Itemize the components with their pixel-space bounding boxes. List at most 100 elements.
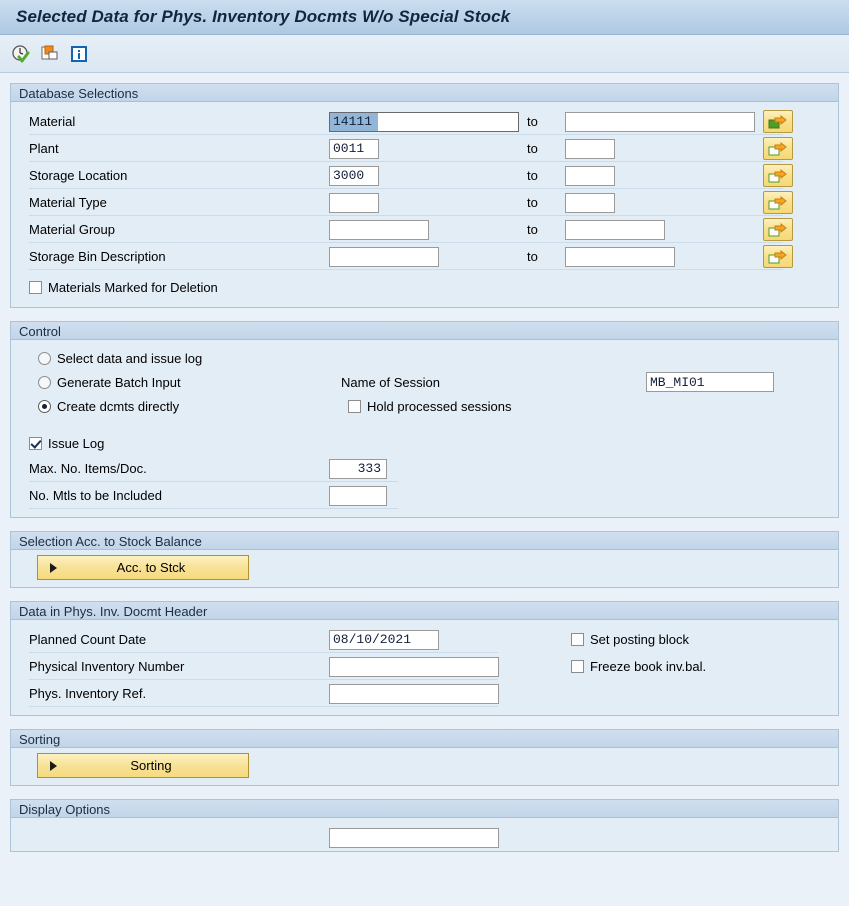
plant-from-input[interactable] [329,138,379,159]
field-row-plant: Plant to [11,135,838,162]
row-divider [29,706,498,707]
material-group-from-input[interactable] [329,219,429,240]
storage-bin-from-input[interactable] [329,246,439,267]
issue-log-label: Issue Log [48,435,105,451]
multi-select-arrow-icon-material[interactable] [763,110,793,133]
group-body-doc-header: Planned Count Date Set posting block Phy… [11,620,838,715]
field-row-max-no-items-per-doc: Max. No. Items/Doc. [11,455,838,482]
session-name-input[interactable] [646,372,774,392]
field-label-physical-inventory-number: Physical Inventory Number [29,659,185,674]
no-mtls-to-be-included-input[interactable] [329,485,387,506]
group-header-database-selections: Database Selections [11,83,838,102]
acc-to-stck-button-label: Acc. to Stck [116,560,186,575]
materials-marked-for-deletion-checkbox[interactable] [29,280,42,294]
radio-generate-batch-input[interactable] [38,375,51,389]
field-label-max-no-items-per-doc: Max. No. Items/Doc. [29,461,147,476]
freeze-book-inv-bal-checkbox[interactable] [571,660,584,673]
to-label: to [527,114,538,129]
material-type-from-input[interactable] [329,192,379,213]
group-header-stock-balance: Selection Acc. to Stock Balance [11,531,838,550]
field-label-plant: Plant [29,141,59,156]
storage-bin-to-input[interactable] [565,246,675,267]
radio-label-generate-batch-input: Generate Batch Input [57,374,181,390]
acc-to-stck-button[interactable]: Acc. to Stck [37,555,249,580]
display-options-partial-input[interactable] [329,827,499,848]
row-divider [29,508,398,509]
selection-screen-body: Database Selections Material to [0,74,849,906]
phys-inventory-ref-input[interactable] [329,683,499,704]
material-to-input[interactable] [565,111,755,132]
field-row-material-type: Material Type to [11,189,838,216]
to-label: to [527,195,538,210]
radio-row-generate-batch-input[interactable]: Generate Batch Input Name of Session [11,370,838,394]
field-label-material-type: Material Type [29,195,107,210]
radio-select-data-and-issue-log[interactable] [38,351,51,365]
to-label: to [527,249,538,264]
checkbox-row-materials-marked-for-deletion[interactable]: Materials Marked for Deletion [11,275,838,299]
radio-label-create-dcmts-directly: Create dcmts directly [57,398,180,414]
field-row-phys-inventory-ref: Phys. Inventory Ref. [11,680,838,707]
planned-count-date-input[interactable] [329,629,439,650]
group-selection-acc-to-stock-balance: Selection Acc. to Stock Balance Acc. to … [10,531,839,588]
field-row-storage-bin-description: Storage Bin Description to [11,243,838,270]
group-sorting: Sorting Sorting [10,729,839,786]
set-posting-block-checkbox[interactable] [571,633,584,646]
checkbox-row-issue-log[interactable]: Issue Log [11,431,838,455]
group-body-display-options [11,818,838,851]
triangle-right-icon [50,562,57,573]
materials-marked-for-deletion-label: Materials Marked for Deletion [48,279,218,295]
storage-location-from-input[interactable] [329,165,379,186]
row-divider [29,269,783,270]
radio-row-create-dcmts-directly[interactable]: Create dcmts directly Hold processed ses… [11,394,838,418]
hold-processed-sessions-label: Hold processed sessions [367,398,512,414]
field-label-phys-inventory-ref: Phys. Inventory Ref. [29,686,147,701]
material-type-to-input[interactable] [565,192,615,213]
field-row-planned-count-date: Planned Count Date Set posting block [11,626,838,653]
multi-select-arrow-icon-storage-location[interactable] [763,164,793,187]
field-label-no-mtls-to-be-included: No. Mtls to be Included [29,488,162,503]
group-header-sorting: Sorting [11,729,838,748]
field-row-no-mtls-to-be-included: No. Mtls to be Included [11,482,838,509]
group-body-database-selections: Material to Plant to [11,102,838,307]
radio-create-dcmts-directly[interactable] [38,399,51,413]
sorting-button[interactable]: Sorting [37,753,249,778]
page-title: Selected Data for Phys. Inventory Docmts… [16,7,511,26]
window-title-bar: Selected Data for Phys. Inventory Docmts… [0,0,849,35]
sorting-button-label: Sorting [130,758,172,773]
material-group-to-input[interactable] [565,219,665,240]
group-display-options: Display Options [10,799,839,852]
multi-select-arrow-icon-storage-bin[interactable] [763,245,793,268]
field-row-physical-inventory-number: Physical Inventory Number Freeze book in… [11,653,838,680]
group-control: Control Select data and issue log Genera… [10,321,839,518]
material-from-input[interactable] [329,111,519,132]
multi-select-arrow-icon-material-type[interactable] [763,191,793,214]
to-label: to [527,222,538,237]
control-spacer [11,418,838,431]
group-database-selections: Database Selections Material to [10,83,839,308]
plant-to-input[interactable] [565,138,615,159]
sap-selection-screen: Selected Data for Phys. Inventory Docmts… [0,0,849,906]
group-body-stock-balance: Acc. to Stck [11,550,838,587]
field-label-planned-count-date: Planned Count Date [29,632,147,647]
freeze-book-inv-bal-label: Freeze book inv.bal. [590,659,707,674]
issue-log-checkbox[interactable] [29,436,42,450]
physical-inventory-number-input[interactable] [329,656,499,677]
execute-clock-icon[interactable] [10,43,32,65]
application-toolbar [0,35,849,73]
info-icon[interactable] [68,43,90,65]
field-row-material-group: Material Group to [11,216,838,243]
to-label: to [527,168,538,183]
field-row-material: Material to [11,108,838,135]
max-no-items-per-doc-input[interactable] [329,458,387,479]
radio-label-select-data-and-issue-log: Select data and issue log [57,350,203,366]
storage-location-to-input[interactable] [565,165,615,186]
field-label-material-group: Material Group [29,222,115,237]
group-header-doc-header: Data in Phys. Inv. Docmt Header [11,601,838,620]
multi-select-arrow-icon-material-group[interactable] [763,218,793,241]
group-header-control: Control [11,321,838,340]
group-body-sorting: Sorting [11,748,838,785]
multi-select-arrow-icon-plant[interactable] [763,137,793,160]
radio-row-select-data-and-issue-log[interactable]: Select data and issue log [11,346,838,370]
copy-multiple-selection-icon[interactable] [39,43,61,65]
hold-processed-sessions-checkbox[interactable] [348,399,361,413]
